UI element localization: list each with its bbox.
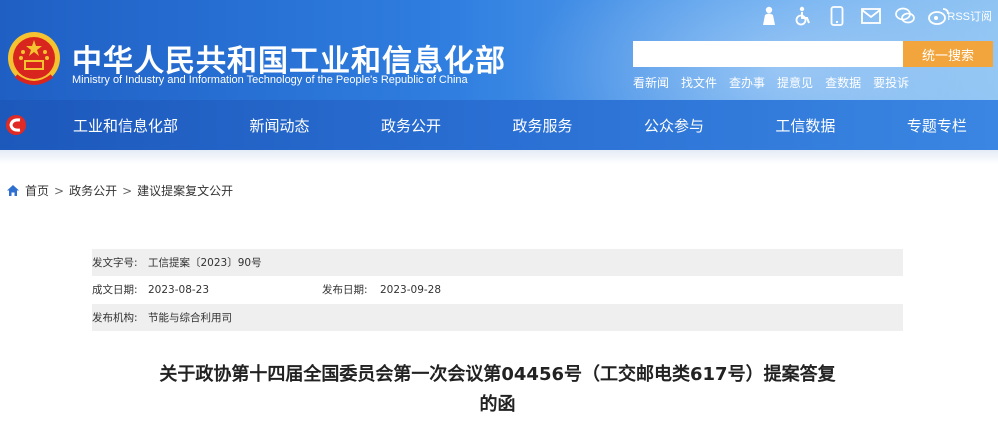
mail-icon[interactable]	[860, 5, 882, 27]
search-input[interactable]	[633, 41, 903, 67]
document-title: 关于政协第十四届全国委员会第一次会议第04456号（工交邮电类617号）提案答复…	[92, 360, 903, 420]
document-title-line-2: 的函	[479, 394, 516, 415]
main-nav: 工业和信息化部 新闻动态 政务公开 政务服务 公众参与 工信数据 专题专栏	[0, 100, 998, 150]
agency-value: 节能与综合利用司	[148, 312, 232, 324]
written-date-label: 成文日期:	[92, 284, 138, 296]
nav-item-topics[interactable]: 专题专栏	[879, 115, 995, 136]
doc-number-label: 发文字号:	[92, 257, 138, 269]
quick-link-feedback[interactable]: 提意见	[777, 74, 813, 91]
site-subtitle: Ministry of Industry and Information Tec…	[72, 74, 468, 86]
accessibility-elder-icon[interactable]	[758, 5, 780, 27]
publish-date-value: 2023-09-28	[380, 283, 442, 296]
ministry-logo-icon[interactable]	[4, 113, 28, 137]
quick-link-data[interactable]: 查数据	[825, 74, 861, 91]
wechat-icon[interactable]	[894, 5, 916, 27]
wheelchair-icon[interactable]	[792, 5, 814, 27]
nav-item-gov-services[interactable]: 政务服务	[484, 115, 600, 136]
breadcrumb-gov-info[interactable]: 政务公开	[69, 182, 117, 199]
quick-link-services[interactable]: 查办事	[729, 74, 765, 91]
search-button[interactable]: 统一搜索	[903, 41, 993, 67]
nav-item-home[interactable]: 工业和信息化部	[45, 115, 206, 136]
home-icon[interactable]	[6, 184, 20, 197]
document-title-line-1: 关于政协第十四届全国委员会第一次会议第04456号（工交邮电类617号）提案答复	[159, 364, 836, 385]
site-header: 中华人民共和国工业和信息化部 Ministry of Industry and …	[0, 0, 998, 100]
nav-item-news[interactable]: 新闻动态	[221, 115, 337, 136]
agency-label: 发布机构:	[92, 312, 138, 324]
breadcrumb-separator: >	[122, 183, 133, 198]
breadcrumb-home[interactable]: 首页	[25, 182, 49, 199]
quick-link-complaint[interactable]: 要投诉	[873, 74, 909, 91]
publish-date-label: 发布日期:	[322, 284, 368, 296]
written-date-value: 2023-08-23	[148, 283, 210, 296]
breadcrumb: 首页 > 政务公开 > 建议提案复文公开	[6, 182, 233, 199]
meta-row-dates: 成文日期: 2023-08-23 发布日期: 2023-09-28	[92, 276, 903, 303]
rss-subscribe-link[interactable]: RSS订阅	[947, 8, 992, 24]
quick-links: 看新闻 找文件 查办事 提意见 查数据 要投诉	[633, 74, 909, 91]
meta-row-doc-number: 发文字号: 工信提案〔2023〕90号	[92, 249, 903, 276]
quick-link-files[interactable]: 找文件	[681, 74, 717, 91]
breadcrumb-proposal-replies[interactable]: 建议提案复文公开	[137, 182, 233, 199]
doc-number-value: 工信提案〔2023〕90号	[148, 257, 262, 269]
quick-link-news[interactable]: 看新闻	[633, 74, 669, 91]
nav-item-data[interactable]: 工信数据	[747, 115, 863, 136]
nav-shadow	[0, 150, 998, 164]
toolbar-icons	[758, 5, 950, 27]
mobile-icon[interactable]	[826, 5, 848, 27]
nav-item-gov-info[interactable]: 政务公开	[353, 115, 469, 136]
breadcrumb-separator: >	[54, 183, 65, 198]
meta-row-agency: 发布机构: 节能与综合利用司	[92, 304, 903, 331]
national-emblem-icon[interactable]	[6, 30, 62, 90]
nav-item-participation[interactable]: 公众参与	[616, 115, 732, 136]
